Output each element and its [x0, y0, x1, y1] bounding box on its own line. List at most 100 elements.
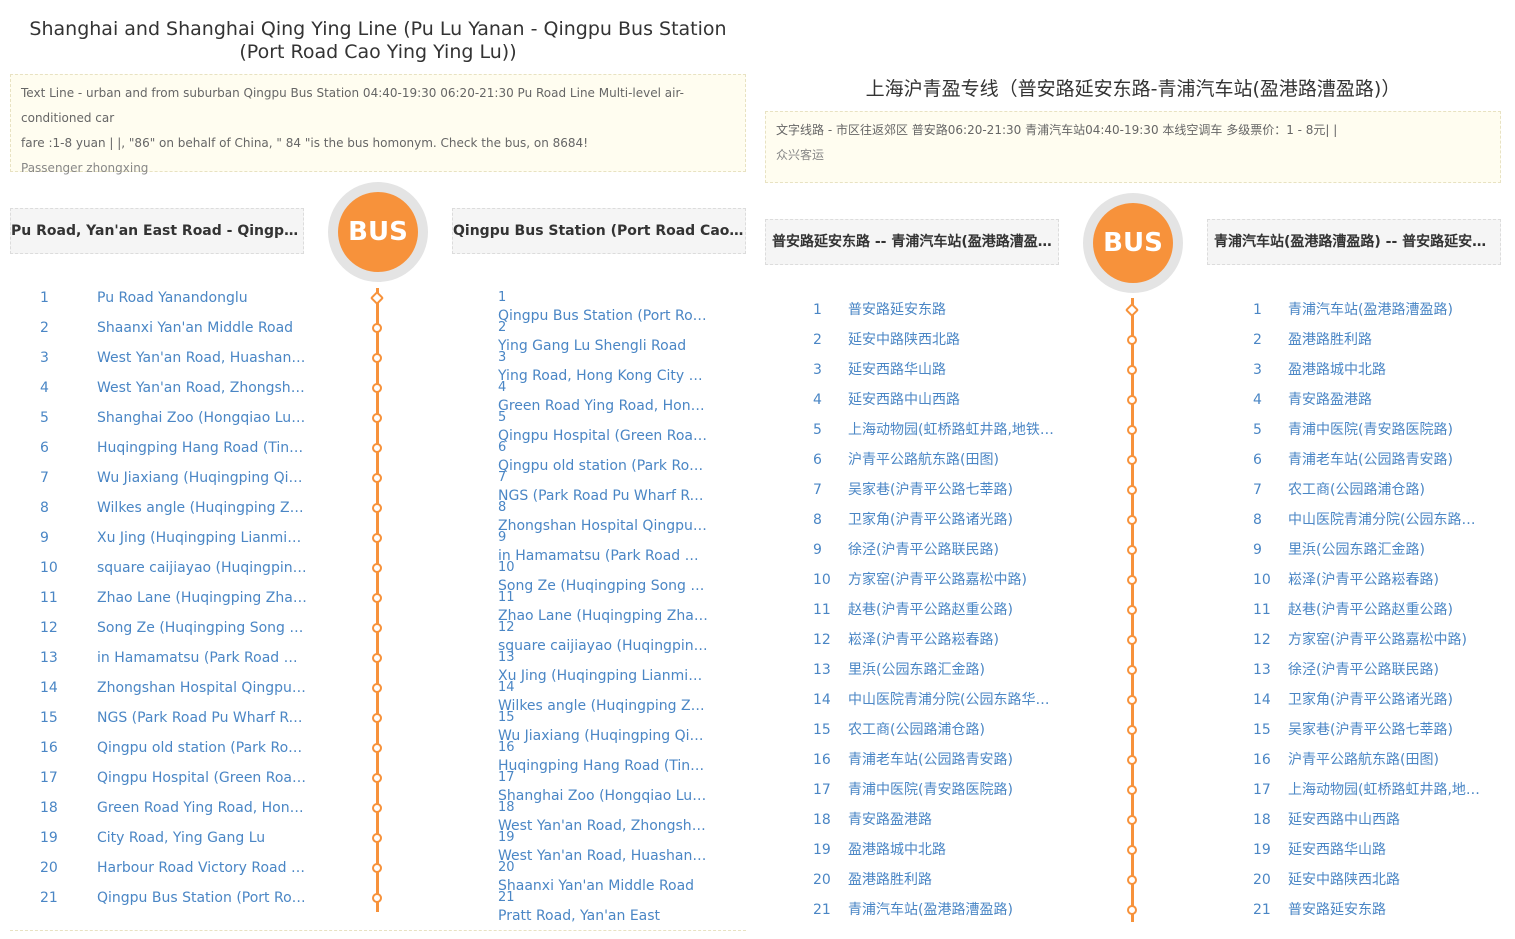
stop-name[interactable]: 崧泽(沪青平公路崧春路) — [1288, 570, 1488, 590]
stop-name[interactable]: Wilkes angle (Huqingping Zhuguang Road) — [97, 498, 307, 518]
stop-item[interactable]: 6Qingpu old station (Park Road Qing An R… — [498, 440, 728, 480]
stop-item[interactable]: 21 Pratt Road, Yan'an East — [498, 890, 728, 930]
stop-item[interactable]: 19 盈港路城中北路 — [813, 840, 1083, 870]
stop-item[interactable]: 13 里浜(公园东路汇金路) — [813, 660, 1083, 690]
stop-item[interactable]: 20 延安中路陕西北路 — [1253, 870, 1503, 900]
stop-name[interactable]: Song Ze (Huqingping Song Spring Road) — [498, 576, 708, 596]
stop-item[interactable]: 9 Xu Jing (Huqingping Lianmin Road) — [40, 528, 320, 558]
stop-item[interactable]: 17 青浦中医院(青安路医院路) — [813, 780, 1083, 810]
stop-item[interactable]: 17 上海动物园(虹桥路虹井路,地铁10号线) — [1253, 780, 1503, 810]
stop-name[interactable]: Xu Jing (Huqingping Lianmin Road) — [97, 528, 307, 548]
stop-item[interactable]: 2 盈港路胜利路 — [1253, 330, 1503, 360]
stop-item[interactable]: 20 Harbour Road Victory Road surrounding — [40, 858, 320, 888]
stop-item[interactable]: 11Zhao Lane (Huqingping Zhao road) — [498, 590, 728, 630]
stop-name[interactable]: Shaanxi Yan'an Middle Road — [97, 318, 307, 338]
stop-item[interactable]: 1 青浦汽车站(盈港路漕盈路) — [1253, 300, 1503, 330]
stop-item[interactable]: 7 农工商(公园路浦仓路) — [1253, 480, 1503, 510]
stop-item[interactable]: 4Green Road Ying Road, Hong Kong City — [498, 380, 728, 420]
stop-name[interactable]: Shaanxi Yan'an Middle Road — [498, 876, 708, 896]
stop-name[interactable]: 崧泽(沪青平公路崧春路) — [848, 630, 1061, 650]
stop-item[interactable]: 20 盈港路胜利路 — [813, 870, 1083, 900]
stop-name[interactable]: Ying Road, Hong Kong City North — [498, 366, 708, 386]
stop-item[interactable]: 1 Pu Road Yanandonglu — [40, 288, 320, 318]
stop-name[interactable]: 青浦汽车站(盈港路漕盈路) — [848, 900, 1061, 920]
stop-name[interactable]: Pratt Road, Yan'an East — [498, 906, 708, 926]
stop-name[interactable]: 徐泾(沪青平公路联民路) — [1288, 660, 1488, 680]
stop-name[interactable]: 盈港路胜利路 — [1288, 330, 1488, 350]
stop-name[interactable]: 吴家巷(沪青平公路七莘路) — [848, 480, 1061, 500]
stop-name[interactable]: Qingpu old station (Park Road Qing An Ro… — [97, 738, 307, 758]
stop-item[interactable]: 13 in Hamamatsu (Park Road Huijin Road) — [40, 648, 320, 678]
stop-name[interactable]: 延安西路华山路 — [848, 360, 1061, 380]
stop-item[interactable]: 6 Huqingping Hang Road (Tin Field Map) — [40, 438, 320, 468]
stop-item[interactable]: 19 延安西路华山路 — [1253, 840, 1503, 870]
stop-item[interactable]: 5 Shanghai Zoo (Hongqiao Lu Hongjing Road… — [40, 408, 320, 438]
stop-item[interactable]: 16 沪青平公路航东路(田图) — [1253, 750, 1503, 780]
stop-name[interactable]: 青浦汽车站(盈港路漕盈路) — [1288, 300, 1488, 320]
stop-item[interactable]: 18 Green Road Ying Road, Hong Kong City — [40, 798, 320, 828]
stop-item[interactable]: 17Shanghai Zoo (Hongqiao Lu Hongjing Roa… — [498, 770, 728, 810]
stop-item[interactable]: 14 中山医院青浦分院(公园东路华浦路) — [813, 690, 1083, 720]
stop-item[interactable]: 18 延安西路中山西路 — [1253, 810, 1503, 840]
stop-item[interactable]: 12 Song Ze (Huqingping Song Spring Road) — [40, 618, 320, 648]
stop-name[interactable]: 农工商(公园路浦仓路) — [1288, 480, 1488, 500]
stop-name[interactable]: square caijiayao (Huqingping Jiasong Roa… — [97, 558, 307, 578]
stop-name[interactable]: Zhongshan Hospital Qingpu Branch — [97, 678, 307, 698]
stop-item[interactable]: 12 方家窑(沪青平公路嘉松中路) — [1253, 630, 1503, 660]
stop-item[interactable]: 2 Ying Gang Lu Shengli Road — [498, 320, 728, 360]
stop-item[interactable]: 19West Yan'an Road, Huashan Road — [498, 830, 728, 870]
stop-item[interactable]: 16Huqingping Hang Road (Tin Field Map) — [498, 740, 728, 780]
stop-item[interactable]: 21 普安路延安东路 — [1253, 900, 1503, 930]
stop-item[interactable]: 3 延安西路华山路 — [813, 360, 1083, 390]
stop-item[interactable]: 5Qingpu Hospital (Green Road Qing An Roa… — [498, 410, 728, 450]
stop-name[interactable]: 徐泾(沪青平公路联民路) — [848, 540, 1061, 560]
stop-item[interactable]: 2 延安中路陕西北路 — [813, 330, 1083, 360]
stop-name[interactable]: 里浜(公园东路汇金路) — [1288, 540, 1488, 560]
stop-name[interactable]: NGS (Park Road Pu Wharf Road) — [498, 486, 708, 506]
stop-item[interactable]: 15 吴家巷(沪青平公路七莘路) — [1253, 720, 1503, 750]
stop-name[interactable]: Wilkes angle (Huqingping Zhuguang Road) — [498, 696, 708, 716]
stop-name[interactable]: 普安路延安东路 — [848, 300, 1061, 320]
stop-item[interactable]: 9in Hamamatsu (Park Road Huijin Road) — [498, 530, 728, 570]
stop-name[interactable]: 普安路延安东路 — [1288, 900, 1488, 920]
stop-item[interactable]: 6 沪青平公路航东路(田图) — [813, 450, 1083, 480]
stop-name[interactable]: 卫家角(沪青平公路诸光路) — [848, 510, 1061, 530]
stop-name[interactable]: NGS (Park Road Pu Wharf Road) — [97, 708, 307, 728]
stop-name[interactable]: 赵巷(沪青平公路赵重公路) — [1288, 600, 1488, 620]
stop-item[interactable]: 14 卫家角(沪青平公路诸光路) — [1253, 690, 1503, 720]
stop-item[interactable]: 8Zhongshan Hospital Qingpu Branch — [498, 500, 728, 540]
stop-name[interactable]: 盈港路胜利路 — [848, 870, 1061, 890]
stop-item[interactable]: 3 盈港路城中北路 — [1253, 360, 1503, 390]
stop-name[interactable]: Xu Jing (Huqingping Lianmin Road) — [498, 666, 708, 686]
stop-item[interactable]: 10 崧泽(沪青平公路崧春路) — [1253, 570, 1503, 600]
stop-item[interactable]: 13 徐泾(沪青平公路联民路) — [1253, 660, 1503, 690]
stop-name[interactable]: in Hamamatsu (Park Road Huijin Road) — [498, 546, 708, 566]
stop-item[interactable]: 1 普安路延安东路 — [813, 300, 1083, 330]
stop-name[interactable]: 盈港路城中北路 — [1288, 360, 1488, 380]
stop-name[interactable]: Green Road Ying Road, Hong Kong City — [498, 396, 708, 416]
stop-name[interactable]: 盈港路城中北路 — [848, 840, 1061, 860]
stop-name[interactable]: 延安西路华山路 — [1288, 840, 1488, 860]
stop-name[interactable]: Qingpu Bus Station (Port Road Cao Ying Y… — [498, 306, 708, 326]
stop-name[interactable]: Shanghai Zoo (Hongqiao Lu Hongjing Road) — [498, 786, 708, 806]
stop-name[interactable]: Zhao Lane (Huqingping Zhao road) — [97, 588, 307, 608]
stop-name[interactable]: 里浜(公园东路汇金路) — [848, 660, 1061, 680]
stop-item[interactable]: 13Xu Jing (Huqingping Lianmin Road) — [498, 650, 728, 690]
stop-name[interactable]: 上海动物园(虹桥路虹井路,地铁10号线) — [1288, 780, 1488, 800]
stop-name[interactable]: West Yan'an Road, Huashan Road — [97, 348, 307, 368]
stop-item[interactable]: 4 West Yan'an Road, Zhongshan West Road — [40, 378, 320, 408]
stop-name[interactable]: Zhongshan Hospital Qingpu Branch — [498, 516, 708, 536]
direction-forward-header[interactable]: Pu Road, Yan'an East Road - Qingpu Bus S… — [10, 208, 304, 254]
stop-name[interactable]: Qingpu old station (Park Road Qing An Ro… — [498, 456, 708, 476]
stop-name[interactable]: 延安西路中山西路 — [848, 390, 1061, 410]
stop-name[interactable]: 上海动物园(虹桥路虹井路,地铁10号线) — [848, 420, 1061, 440]
stop-item[interactable]: 8 中山医院青浦分院(公园东路华浦路) — [1253, 510, 1503, 540]
stop-name[interactable]: 吴家巷(沪青平公路七莘路) — [1288, 720, 1488, 740]
stop-item[interactable]: 2 Shaanxi Yan'an Middle Road — [40, 318, 320, 348]
stop-item[interactable]: 20 Shaanxi Yan'an Middle Road — [498, 860, 728, 900]
stop-name[interactable]: West Yan'an Road, Zhongshan West Road — [97, 378, 307, 398]
stop-name[interactable]: Song Ze (Huqingping Song Spring Road) — [97, 618, 307, 638]
stop-item[interactable]: 7 Wu Jiaxiang (Huqingping Qixin) — [40, 468, 320, 498]
stop-name[interactable]: 农工商(公园路浦仓路) — [848, 720, 1061, 740]
stop-name[interactable]: Wu Jiaxiang (Huqingping Qixin) — [97, 468, 307, 488]
